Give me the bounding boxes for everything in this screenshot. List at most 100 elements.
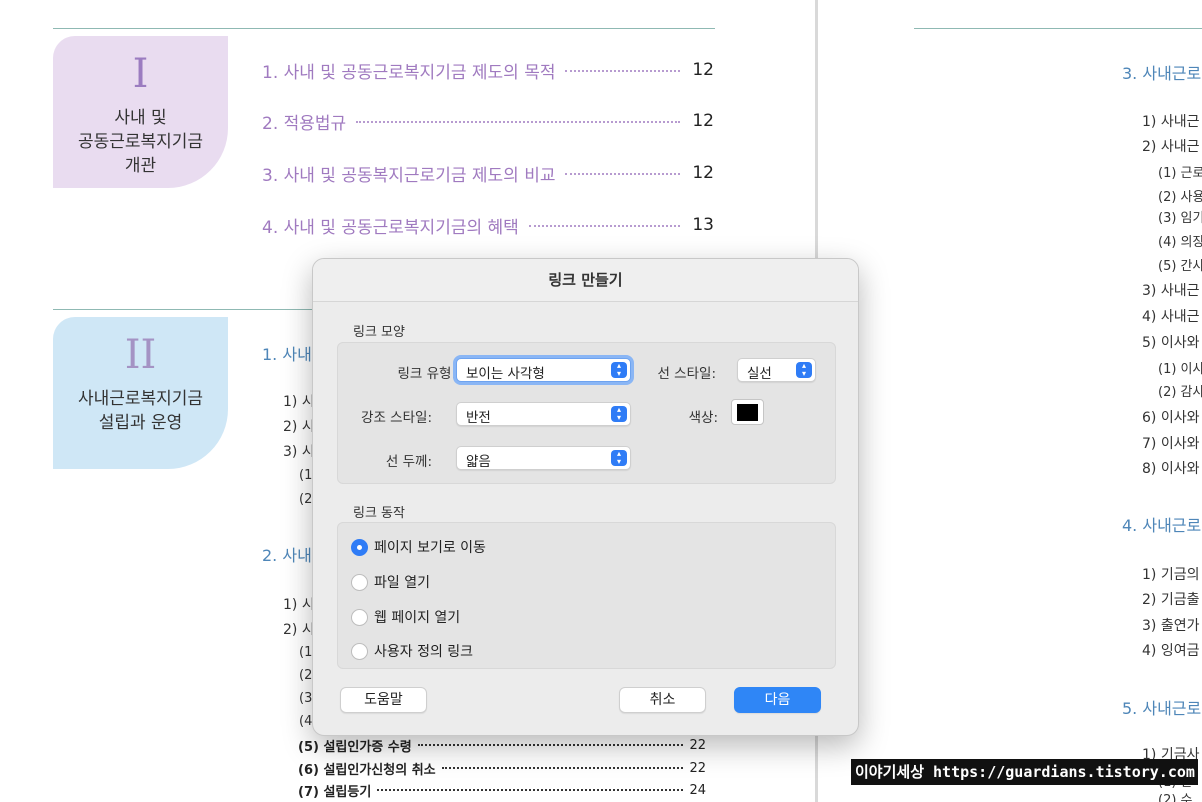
toc-bold-entry[interactable]: (5) 설립인가증 수령 22 bbox=[298, 735, 706, 755]
toc-item: 2) 시 bbox=[283, 419, 315, 435]
line-width-value: 얇음 bbox=[466, 454, 491, 470]
line-style-value: 실선 bbox=[747, 366, 772, 382]
toc-leader bbox=[356, 121, 680, 123]
chapter1-rule bbox=[53, 28, 715, 29]
chevron-updown-icon: ▴ ▾ bbox=[611, 406, 627, 422]
toc-entry[interactable]: 3. 사내 및 공동복지근로기금 제도의 비교 12 bbox=[262, 160, 714, 186]
line-style-label: 선 스타일: bbox=[657, 366, 716, 382]
section-heading: 1. 사내 bbox=[262, 345, 312, 364]
toc-bold-text: (6) 설립인가신청의 취소 bbox=[298, 762, 436, 778]
toc-item: 6) 이사와 bbox=[1142, 410, 1200, 426]
chapter2-title-line: 사내근로복지기금 bbox=[77, 389, 204, 409]
toc-bold-text: (5) 설립인가증 수령 bbox=[298, 739, 412, 755]
right-page-rule bbox=[914, 28, 1202, 29]
radio-button[interactable] bbox=[351, 573, 368, 591]
section-heading: 3. 사내근로 bbox=[1122, 64, 1202, 83]
watermark: 이야기세상 https://guardians.tistory.com bbox=[851, 759, 1198, 785]
chapter1-title: 사내 및 공동근로복지기금 개관 bbox=[53, 106, 228, 178]
cancel-button[interactable]: 취소 bbox=[619, 687, 706, 713]
toc-item: 1) 시 bbox=[283, 597, 315, 613]
chevron-updown-icon: ▴ ▾ bbox=[796, 362, 812, 378]
line-width-select[interactable]: 얇음 ▴ ▾ bbox=[456, 446, 631, 470]
section-heading: 2. 사내 bbox=[262, 546, 312, 565]
toc-leader bbox=[417, 744, 684, 746]
create-link-dialog: 링크 만들기 링크 모양 링크 유형: 보이는 사각형 ▴ ▾ 선 스타일: 실선… bbox=[312, 258, 859, 736]
toc-entry-page: 13 bbox=[692, 215, 714, 235]
radio-button[interactable] bbox=[351, 642, 368, 660]
radio-label: 웹 페이지 열기 bbox=[374, 610, 461, 626]
toc-subitem: (4 bbox=[299, 714, 313, 729]
toc-item: 1) 시 bbox=[283, 394, 315, 410]
toc-entry[interactable]: 4. 사내 및 공동근로복지기금의 혜택 13 bbox=[262, 212, 714, 238]
toc-subitem: (2) 수 bbox=[1158, 793, 1193, 802]
radio-custom-link[interactable]: 사용자 정의 링크 bbox=[351, 641, 473, 661]
toc-subitem: (3 bbox=[299, 691, 313, 706]
toc-entry-page: 12 bbox=[692, 111, 714, 131]
toc-entry-page: 12 bbox=[692, 60, 714, 80]
toc-item: 2) 시 bbox=[283, 622, 315, 638]
toc-item: 5) 이사와 bbox=[1142, 335, 1200, 351]
section-heading: 5. 사내근로 bbox=[1122, 699, 1202, 718]
toc-item: 4) 잉여금 bbox=[1142, 643, 1200, 659]
next-button[interactable]: 다음 bbox=[734, 687, 821, 713]
toc-item: 1) 기금의 bbox=[1142, 567, 1200, 583]
highlight-style-select[interactable]: 반전 ▴ ▾ bbox=[456, 402, 631, 426]
toc-subitem: (1) 근로 bbox=[1158, 166, 1202, 181]
toc-subitem: (2 bbox=[299, 492, 313, 507]
dialog-title: 링크 만들기 bbox=[313, 259, 858, 302]
toc-bold-entry[interactable]: (6) 설립인가신청의 취소 22 bbox=[298, 758, 706, 778]
toc-entry-page: 12 bbox=[692, 163, 714, 183]
line-style-select[interactable]: 실선 ▴ ▾ bbox=[737, 358, 816, 382]
toc-entry-text: 1. 사내 및 공동근로복지기금 제도의 목적 bbox=[262, 62, 556, 83]
radio-button[interactable] bbox=[351, 608, 368, 626]
toc-subitem: (2) 사용 bbox=[1158, 190, 1202, 205]
chapter2-title-line: 설립과 운영 bbox=[98, 413, 183, 433]
toc-subitem: (1 bbox=[299, 645, 313, 660]
toc-entry-text: 4. 사내 및 공동근로복지기금의 혜택 bbox=[262, 217, 519, 238]
toc-subitem: (1 bbox=[299, 468, 313, 483]
toc-bold-entry[interactable]: (7) 설립등기 24 bbox=[298, 780, 706, 800]
link-type-value: 보이는 사각형 bbox=[466, 366, 545, 382]
toc-item: 3) 시 bbox=[283, 444, 315, 460]
toc-entry[interactable]: 2. 적용법규 12 bbox=[262, 108, 714, 134]
toc-subitem: (2) 감사 bbox=[1158, 385, 1202, 400]
toc-item: 1) 사내근 bbox=[1142, 114, 1200, 130]
toc-subitem: (5) 간사 bbox=[1158, 259, 1202, 274]
radio-open-file[interactable]: 파일 열기 bbox=[351, 572, 430, 592]
radio-button-selected[interactable] bbox=[351, 538, 368, 556]
toc-entry[interactable]: 1. 사내 및 공동근로복지기금 제도의 목적 12 bbox=[262, 57, 714, 83]
toc-leader bbox=[565, 173, 680, 175]
chapter1-title-line: 개관 bbox=[124, 156, 157, 176]
toc-item: 4) 사내근 bbox=[1142, 309, 1200, 325]
color-well[interactable] bbox=[731, 399, 764, 425]
section-heading: 4. 사내근로 bbox=[1122, 516, 1202, 535]
link-action-label: 링크 동작 bbox=[353, 506, 405, 521]
link-type-select[interactable]: 보이는 사각형 ▴ ▾ bbox=[456, 358, 631, 382]
toc-leader bbox=[441, 767, 684, 769]
chevron-updown-icon: ▴ ▾ bbox=[611, 362, 627, 378]
radio-open-web-page[interactable]: 웹 페이지 열기 bbox=[351, 607, 460, 627]
highlight-style-label: 강조 스타일: bbox=[361, 410, 432, 426]
help-button[interactable]: 도움말 bbox=[340, 687, 427, 713]
chapter1-title-line: 사내 및 bbox=[114, 108, 167, 128]
color-swatch bbox=[737, 404, 758, 421]
radio-go-to-page-view[interactable]: 페이지 보기로 이동 bbox=[351, 537, 486, 557]
link-type-label: 링크 유형: bbox=[397, 366, 456, 382]
toc-bold-page: 22 bbox=[689, 737, 706, 753]
toc-subitem: (2 bbox=[299, 668, 313, 683]
chapter1-title-line: 공동근로복지기금 bbox=[77, 132, 204, 152]
toc-bold-text: (7) 설립등기 bbox=[298, 784, 372, 800]
link-appearance-label: 링크 모양 bbox=[353, 325, 405, 340]
chapter1-numeral: I bbox=[132, 51, 149, 97]
chevron-updown-icon: ▴ ▾ bbox=[611, 450, 627, 466]
toc-item: 8) 이사와 bbox=[1142, 461, 1200, 477]
right-page: 3. 사내근로 1) 사내근 2) 사내근 (1) 근로 (2) 사용 (3) … bbox=[818, 0, 1202, 802]
toc-subitem: (3) 임기 bbox=[1158, 211, 1202, 226]
toc-bold-page: 22 bbox=[689, 760, 706, 776]
toc-item: 7) 이사와 bbox=[1142, 436, 1200, 452]
highlight-style-value: 반전 bbox=[466, 410, 491, 426]
toc-leader bbox=[377, 789, 684, 791]
radio-label: 페이지 보기로 이동 bbox=[374, 540, 486, 556]
chapter2-title: 사내근로복지기금 설립과 운영 bbox=[53, 387, 228, 435]
toc-item: 3) 사내근 bbox=[1142, 283, 1200, 299]
